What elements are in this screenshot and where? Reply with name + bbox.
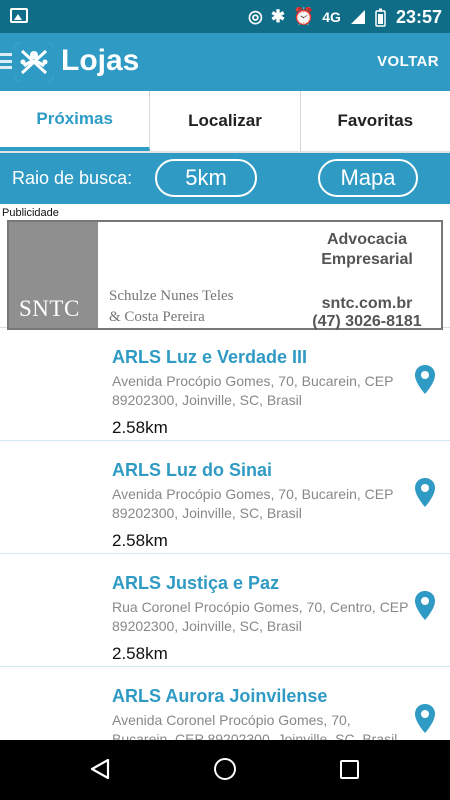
page-title: Lojas bbox=[61, 44, 140, 77]
tab-favorites[interactable]: Favoritas bbox=[301, 91, 450, 151]
ad-details: Advocacia Empresarial sntc.com.br (47) 3… bbox=[297, 230, 437, 331]
store-distance: 2.58km bbox=[112, 531, 168, 550]
status-icons: ◎ ✱ ⏰ 4G 23:57 bbox=[248, 6, 442, 28]
app-logo-icon bbox=[14, 42, 54, 82]
map-pin-icon[interactable] bbox=[414, 364, 436, 395]
network-label: 4G bbox=[322, 9, 341, 25]
map-pin-icon[interactable] bbox=[414, 590, 436, 621]
map-pin-icon[interactable] bbox=[414, 477, 436, 508]
alarm-icon: ⏰ bbox=[293, 7, 315, 26]
store-name: ARLS Luz do Sinai bbox=[112, 460, 272, 480]
tab-locate[interactable]: Localizar bbox=[150, 91, 301, 151]
back-nav-icon[interactable] bbox=[89, 757, 111, 781]
status-bar: ◎ ✱ ⏰ 4G 23:57 bbox=[0, 0, 450, 33]
list-item[interactable]: ARLS Luz do Sinai Avenida Procópio Gomes… bbox=[0, 441, 450, 554]
ad-label: Publicidade bbox=[2, 207, 59, 219]
store-address: Avenida Procópio Gomes, 70, Bucarein, CE… bbox=[112, 373, 394, 408]
app-bar: Lojas VOLTAR bbox=[0, 33, 450, 91]
bluetooth-icon: ✱ bbox=[270, 7, 286, 26]
store-address: Rua Coronel Procópio Gomes, 70, Centro, … bbox=[112, 599, 409, 634]
image-icon bbox=[10, 8, 28, 23]
system-nav-bar bbox=[0, 740, 450, 800]
store-address: Avenida Procópio Gomes, 70, Bucarein, CE… bbox=[112, 486, 394, 521]
ad-firm-line-2: & Costa Pereira bbox=[109, 309, 205, 325]
store-name: ARLS Aurora Joinvilense bbox=[112, 686, 328, 706]
back-button[interactable]: VOLTAR bbox=[377, 53, 439, 70]
signal-icon bbox=[350, 10, 365, 24]
ad-firm-line-1: Schulze Nunes Teles bbox=[109, 288, 234, 304]
tab-bar: Próximas Localizar Favoritas bbox=[0, 91, 450, 151]
store-name: ARLS Justiça e Paz bbox=[112, 573, 280, 593]
ad-banner[interactable]: SNTC Schulze Nunes Teles & Costa Pereira… bbox=[7, 220, 443, 330]
ad-logo: SNTC bbox=[9, 222, 98, 328]
battery-icon bbox=[375, 8, 386, 27]
search-radius-label: Raio de busca: bbox=[12, 168, 133, 188]
home-nav-icon[interactable] bbox=[214, 758, 236, 780]
ad-firm-names: Schulze Nunes Teles & Costa Pereira bbox=[109, 286, 233, 328]
ad-logo-text: SNTC bbox=[19, 296, 80, 321]
store-list: ARLS Luz e Verdade III Avenida Procópio … bbox=[0, 328, 450, 780]
ad-website: sntc.com.br bbox=[321, 295, 413, 312]
advertisement: Publicidade SNTC Schulze Nunes Teles & C… bbox=[0, 204, 450, 330]
recents-nav-icon[interactable] bbox=[340, 760, 359, 779]
map-button[interactable]: Mapa bbox=[318, 159, 418, 197]
wifi-calling-icon: ◎ bbox=[248, 7, 263, 26]
clock: 23:57 bbox=[395, 6, 442, 27]
radius-selector-button[interactable]: 5km bbox=[155, 159, 257, 197]
map-pin-icon[interactable] bbox=[414, 703, 436, 734]
ad-heading-line-1: Advocacia bbox=[326, 231, 408, 248]
list-item[interactable]: ARLS Luz e Verdade III Avenida Procópio … bbox=[0, 328, 450, 441]
search-bar: Raio de busca: 5km Mapa bbox=[0, 153, 450, 204]
store-name: ARLS Luz e Verdade III bbox=[112, 347, 308, 367]
tab-nearby[interactable]: Próximas bbox=[0, 91, 151, 151]
store-distance: 2.58km bbox=[112, 644, 168, 663]
list-item[interactable]: ARLS Justiça e Paz Rua Coronel Procópio … bbox=[0, 554, 450, 667]
app-logo-mark bbox=[14, 42, 54, 82]
ad-heading-line-2: Empresarial bbox=[321, 251, 413, 268]
store-distance: 2.58km bbox=[112, 418, 168, 437]
drawer-icon[interactable] bbox=[0, 53, 12, 69]
